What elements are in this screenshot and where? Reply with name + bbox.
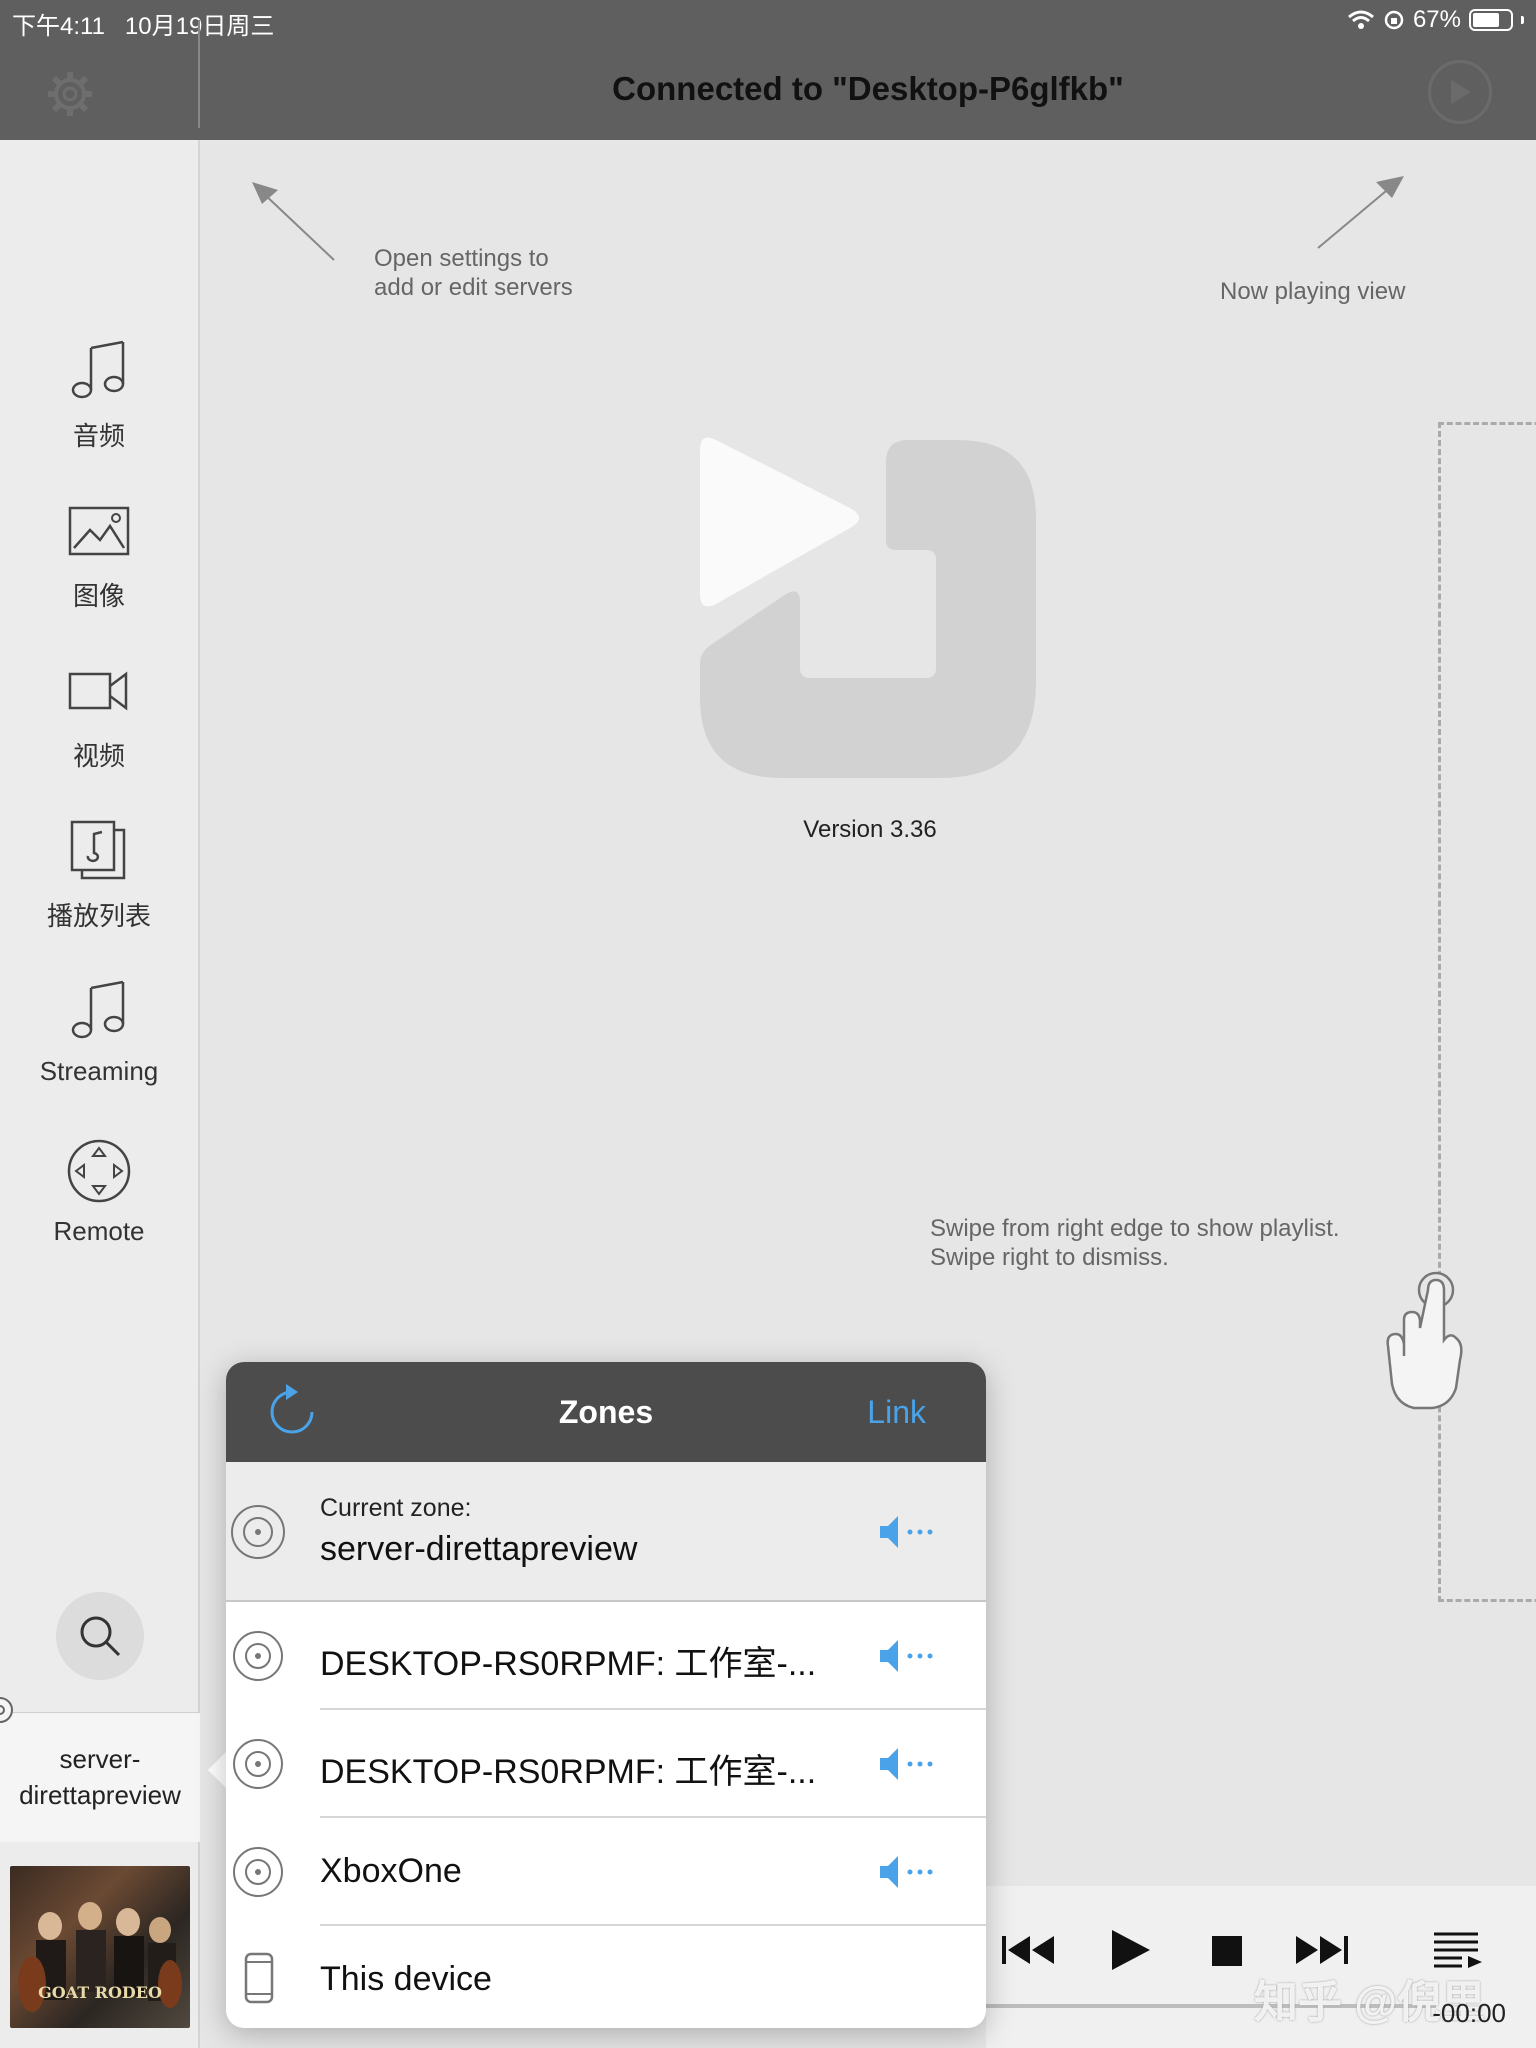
swipe-hint: Swipe from right edge to show playlist. … — [930, 1215, 1340, 1271]
image-icon — [68, 506, 130, 556]
sidebar-item-video[interactable]: 视频 — [0, 656, 198, 773]
link-button[interactable]: Link — [867, 1394, 926, 1431]
sidebar-item-label: Remote — [53, 1216, 145, 1246]
settings-hint: Open settings to add or edit servers — [374, 245, 573, 301]
page-title: Connected to "Desktop-P6glfkb" — [612, 70, 1124, 107]
gear-icon[interactable] — [42, 66, 98, 122]
zone-row[interactable]: DESKTOP-RS0RPMF: 工作室-... — [226, 1710, 986, 1818]
arrow-up-right-icon — [1317, 176, 1404, 249]
sidebar-item-playlist[interactable]: 播放列表 — [0, 816, 198, 933]
sidebar-item-label: 图像 — [72, 581, 125, 611]
app-logo — [700, 437, 1036, 778]
sidebar-item-label: 音频 — [72, 421, 125, 451]
orientation-lock-icon — [1384, 10, 1404, 30]
sidebar-item-images[interactable]: 图像 — [0, 496, 198, 613]
previous-icon[interactable] — [998, 1920, 1058, 1980]
zone-name: DESKTOP-RS0RPMF: 工作室-... — [320, 1753, 817, 1791]
arrow-up-left-icon — [252, 182, 335, 261]
speaker-zone-icon — [233, 1739, 283, 1789]
album-art[interactable]: GOAT RODEO — [10, 1866, 190, 2028]
swipe-hand-icon — [1386, 1271, 1463, 1410]
current-zone-caption: Current zone: — [320, 1494, 472, 1522]
zone-row[interactable]: XboxOne — [226, 1818, 986, 1926]
speaker-zone-icon — [231, 1505, 285, 1559]
search-button[interactable] — [56, 1592, 144, 1680]
player-bar: 知乎 @倪里 -00:00 — [986, 1886, 1536, 2048]
zone-name: XboxOne — [320, 1852, 462, 1890]
zone-row-current[interactable]: Current zone: server-direttapreview — [226, 1462, 986, 1602]
speaker-zone-icon — [233, 1847, 283, 1897]
play-icon[interactable] — [1098, 1920, 1158, 1980]
current-zone-label: server- direttapreview — [19, 1744, 181, 1810]
dpad-icon — [67, 1139, 131, 1203]
zone-name: DESKTOP-RS0RPMF: 工作室-... — [320, 1645, 817, 1683]
zones-header: Zones Link — [226, 1362, 986, 1462]
tablet-device-icon — [244, 1952, 274, 2004]
wifi-icon — [1347, 10, 1374, 29]
status-right: 67% — [1347, 6, 1524, 34]
version-label: Version 3.36 — [803, 816, 937, 843]
playlist-icon — [70, 820, 126, 880]
current-zone-name: server-direttapreview — [320, 1530, 638, 1568]
play-icon — [1451, 80, 1471, 104]
search-icon — [80, 1616, 121, 1657]
sidebar-item-label: 视频 — [72, 741, 125, 771]
sidebar-item-audio[interactable]: 音频 — [0, 336, 198, 453]
remaining-time: -00:00 — [1432, 1998, 1506, 2028]
battery-tip — [1521, 16, 1524, 24]
playlist-edge-hint-box — [1438, 422, 1536, 1602]
zone-row-this-device[interactable]: This device — [226, 1926, 986, 2028]
battery-percent: 67% — [1412, 6, 1461, 33]
current-zone-card[interactable]: server- direttapreview — [0, 1712, 200, 1842]
volume-icon[interactable] — [876, 1636, 946, 1676]
disc-icon — [0, 1697, 13, 1723]
now-playing-hint: Now playing view — [1220, 278, 1406, 305]
music-note-icon — [71, 340, 125, 399]
sidebar-item-streaming[interactable]: Streaming — [0, 976, 198, 1087]
sidebar-item-label: Streaming — [39, 1056, 159, 1086]
music-note-icon — [71, 980, 125, 1039]
zone-row[interactable]: DESKTOP-RS0RPMF: 工作室-... — [226, 1602, 986, 1710]
zone-name: This device — [320, 1960, 492, 1998]
album-art-figures — [18, 1902, 182, 2012]
volume-icon[interactable] — [876, 1852, 946, 1892]
now-playing-button[interactable] — [1428, 60, 1492, 124]
status-time: 下午4:11 10月19日周三 — [12, 13, 275, 40]
album-title: GOAT RODEO — [38, 1983, 162, 2002]
zones-popover: Zones Link Current zone: server-direttap… — [226, 1362, 986, 2028]
status-bar: 下午4:11 10月19日周三 67% — [0, 0, 1536, 40]
stop-icon[interactable] — [1196, 1920, 1256, 1980]
volume-icon[interactable] — [876, 1744, 946, 1784]
video-camera-icon — [68, 671, 128, 711]
sidebar-item-remote[interactable]: Remote — [0, 1136, 198, 1247]
speaker-zone-icon — [233, 1631, 283, 1681]
volume-icon[interactable] — [876, 1512, 946, 1552]
sidebar-item-label: 播放列表 — [46, 901, 151, 931]
battery-icon — [1469, 9, 1513, 31]
